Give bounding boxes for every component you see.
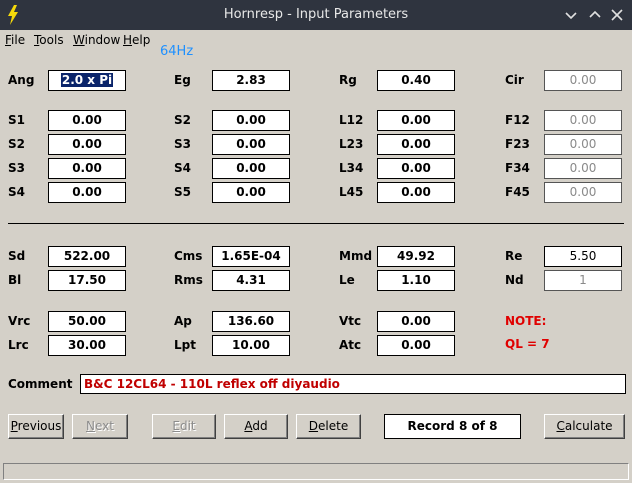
s3-field[interactable]: 0.00 bbox=[48, 158, 126, 179]
menu-tools[interactable]: Tools bbox=[34, 33, 64, 47]
previous-button[interactable]: Previous bbox=[8, 414, 64, 439]
window-title: Hornresp - Input Parameters bbox=[223, 7, 409, 22]
cms-field[interactable]: 1.65E-04 bbox=[212, 246, 290, 267]
s1-label: S1 bbox=[8, 113, 25, 127]
vtc-field[interactable]: 0.00 bbox=[377, 311, 455, 332]
l23-field[interactable]: 0.00 bbox=[377, 134, 455, 155]
f12-field[interactable]: 0.00 bbox=[544, 110, 622, 131]
eg-field[interactable]: 2.83 bbox=[212, 70, 290, 91]
eg-label: Eg bbox=[174, 73, 191, 87]
frequency-display: 64Hz bbox=[160, 44, 194, 59]
s4-field[interactable]: 0.00 bbox=[48, 182, 126, 203]
add-button[interactable]: Add bbox=[224, 414, 288, 439]
note-text: QL = 7 bbox=[505, 337, 550, 351]
comment-field[interactable]: B&C 12CL64 - 110L reflex off diyaudio bbox=[80, 374, 626, 394]
menu-help[interactable]: Help bbox=[123, 33, 150, 47]
s2-label: S2 bbox=[8, 137, 25, 151]
s2b-field[interactable]: 0.00 bbox=[212, 110, 290, 131]
sd-label: Sd bbox=[8, 249, 26, 263]
atc-label: Atc bbox=[339, 338, 362, 352]
delete-button[interactable]: Delete bbox=[296, 414, 361, 439]
status-bar bbox=[3, 463, 629, 480]
re-label: Re bbox=[505, 249, 523, 263]
lpt-label: Lpt bbox=[174, 338, 196, 352]
rg-field[interactable]: 0.40 bbox=[377, 70, 455, 91]
ang-value: 2.0 x Pi bbox=[60, 73, 114, 87]
ang-field[interactable]: 2.0 x Pi bbox=[48, 70, 126, 91]
s5-field[interactable]: 0.00 bbox=[212, 182, 290, 203]
nd-label: Nd bbox=[505, 273, 524, 287]
f23-label: F23 bbox=[505, 137, 530, 151]
title-bar: Hornresp - Input Parameters bbox=[0, 0, 632, 30]
l23-label: L23 bbox=[339, 137, 364, 151]
s3b-label: S3 bbox=[174, 137, 191, 151]
vtc-label: Vtc bbox=[339, 314, 362, 328]
f45-field[interactable]: 0.00 bbox=[544, 182, 622, 203]
s4b-label: S4 bbox=[174, 161, 191, 175]
cir-label: Cir bbox=[505, 73, 524, 87]
l34-label: L34 bbox=[339, 161, 364, 175]
close-icon[interactable] bbox=[608, 6, 626, 24]
s2-field[interactable]: 0.00 bbox=[48, 134, 126, 155]
menu-window[interactable]: Window bbox=[73, 33, 120, 47]
l34-field[interactable]: 0.00 bbox=[377, 158, 455, 179]
rms-field[interactable]: 4.31 bbox=[212, 270, 290, 291]
lpt-field[interactable]: 10.00 bbox=[212, 335, 290, 356]
section-divider bbox=[8, 223, 624, 224]
l45-label: L45 bbox=[339, 185, 364, 199]
f34-field[interactable]: 0.00 bbox=[544, 158, 622, 179]
vrc-label: Vrc bbox=[8, 314, 31, 328]
cir-field[interactable]: 0.00 bbox=[544, 70, 622, 91]
s3-label: S3 bbox=[8, 161, 25, 175]
lrc-field[interactable]: 30.00 bbox=[48, 335, 126, 356]
menu-file[interactable]: File bbox=[5, 33, 25, 47]
comment-label: Comment bbox=[8, 377, 73, 391]
ang-label: Ang bbox=[8, 73, 35, 87]
atc-field[interactable]: 0.00 bbox=[377, 335, 455, 356]
chevron-up-icon[interactable] bbox=[586, 6, 604, 24]
re-field[interactable]: 5.50 bbox=[544, 246, 622, 267]
edit-button[interactable]: Edit bbox=[152, 414, 216, 439]
bl-field[interactable]: 17.50 bbox=[48, 270, 126, 291]
nd-field[interactable]: 1 bbox=[544, 270, 622, 291]
bl-label: Bl bbox=[8, 273, 22, 287]
le-field[interactable]: 1.10 bbox=[377, 270, 455, 291]
mmd-field[interactable]: 49.92 bbox=[377, 246, 455, 267]
next-button[interactable]: Next bbox=[72, 414, 128, 439]
note-label: NOTE: bbox=[505, 314, 547, 328]
s1-field[interactable]: 0.00 bbox=[48, 110, 126, 131]
s2b-label: S2 bbox=[174, 113, 191, 127]
le-label: Le bbox=[339, 273, 355, 287]
s5-label: S5 bbox=[174, 185, 191, 199]
cms-label: Cms bbox=[174, 249, 203, 263]
menu-bar: File Tools Window Help bbox=[0, 30, 632, 50]
rms-label: Rms bbox=[174, 273, 203, 287]
s4b-field[interactable]: 0.00 bbox=[212, 158, 290, 179]
s4-label: S4 bbox=[8, 185, 25, 199]
l12-label: L12 bbox=[339, 113, 364, 127]
calculate-button[interactable]: Calculate bbox=[544, 414, 625, 439]
record-indicator: Record 8 of 8 bbox=[384, 414, 521, 439]
rg-label: Rg bbox=[339, 73, 357, 87]
mmd-label: Mmd bbox=[339, 249, 373, 263]
f45-label: F45 bbox=[505, 185, 530, 199]
ap-label: Ap bbox=[174, 314, 192, 328]
l12-field[interactable]: 0.00 bbox=[377, 110, 455, 131]
f12-label: F12 bbox=[505, 113, 530, 127]
vrc-field[interactable]: 50.00 bbox=[48, 311, 126, 332]
lrc-label: Lrc bbox=[8, 338, 29, 352]
chevron-down-icon[interactable] bbox=[562, 6, 580, 24]
s3b-field[interactable]: 0.00 bbox=[212, 134, 290, 155]
sd-field[interactable]: 522.00 bbox=[48, 246, 126, 267]
ap-field[interactable]: 136.60 bbox=[212, 311, 290, 332]
f34-label: F34 bbox=[505, 161, 530, 175]
f23-field[interactable]: 0.00 bbox=[544, 134, 622, 155]
l45-field[interactable]: 0.00 bbox=[377, 182, 455, 203]
